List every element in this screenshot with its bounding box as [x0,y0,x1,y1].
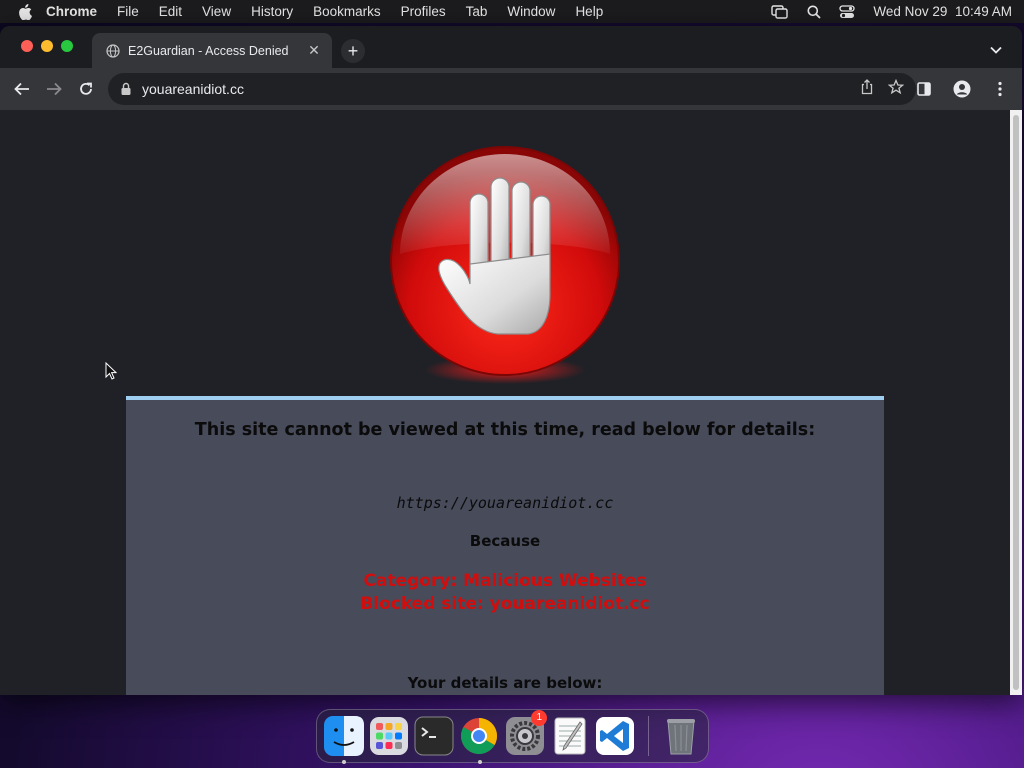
block-details-panel: This site cannot be viewed at this time,… [126,396,884,695]
back-arrow-icon [14,82,29,96]
menu-bar: Chrome File Edit View History Bookmarks … [0,0,1024,23]
side-panel-icon [917,82,931,96]
forward-arrow-icon [47,82,62,96]
address-bar[interactable]: youareanidiot.cc [108,73,916,105]
menu-edit[interactable]: Edit [159,4,182,19]
because-label: Because [469,532,541,550]
chrome-icon[interactable] [457,713,502,764]
bookmark-star-icon[interactable] [887,78,905,100]
details-heading: Your details are below: [407,674,603,692]
page-viewport: This site cannot be viewed at this time,… [0,110,1010,695]
profile-avatar-icon [953,80,971,98]
window-controls [21,40,73,52]
screen-mirroring-icon[interactable] [771,4,789,19]
spotlight-search-icon[interactable] [807,5,822,19]
side-panel-button[interactable] [908,73,940,105]
menu-window[interactable]: Window [507,4,555,19]
menu-help[interactable]: Help [575,4,603,19]
new-tab-button[interactable]: + [341,39,365,63]
menubar-clock[interactable]: Wed Nov 29 10:49 AM [873,4,1012,19]
mouse-cursor-icon [105,361,118,385]
close-window-button[interactable] [21,40,33,52]
kebab-menu-icon [998,81,1002,97]
share-icon[interactable] [860,78,874,100]
scrollbar-thumb[interactable] [1013,115,1019,690]
vscode-icon[interactable] [593,713,638,759]
notification-badge: 1 [531,710,548,726]
reload-button[interactable] [70,73,102,105]
profile-button[interactable] [946,73,978,105]
running-indicator [342,760,346,764]
menu-file[interactable]: File [117,4,139,19]
apple-menu-icon[interactable] [18,3,32,20]
globe-icon [106,43,120,58]
stop-hand-icon [388,144,622,394]
reload-icon [80,82,92,95]
system-settings-icon[interactable]: 1 [502,710,548,759]
page-heading: This site cannot be viewed at this time,… [194,420,816,440]
textedit-icon[interactable] [547,713,592,759]
tab-strip: E2Guardian - Access Denied ✕ + [0,26,1022,68]
minimize-window-button[interactable] [41,40,53,52]
blocked-url: https://youareanidiot.cc [396,494,614,512]
menu-bookmarks[interactable]: Bookmarks [313,4,381,19]
dock: 1 [316,709,709,764]
finder-icon[interactable] [321,713,366,764]
fullscreen-window-button[interactable] [61,40,73,52]
launchpad-icon[interactable] [366,713,411,759]
menu-tab[interactable]: Tab [466,4,488,19]
running-indicator [477,760,482,764]
menu-profiles[interactable]: Profiles [401,4,446,19]
menu-history[interactable]: History [251,4,293,19]
menu-view[interactable]: View [202,4,231,19]
menu-app-name[interactable]: Chrome [46,4,97,19]
tab-search-chevron-icon[interactable] [990,41,1002,59]
tab-title: E2Guardian - Access Denied [128,43,289,58]
trash-icon[interactable] [659,713,704,759]
tab-close-icon[interactable]: ✕ [306,42,322,59]
control-center-icon[interactable] [839,4,856,19]
page-scrollbar[interactable] [1010,110,1022,695]
lock-icon[interactable] [120,82,132,96]
back-button[interactable] [6,73,38,105]
terminal-icon[interactable] [412,713,457,759]
browser-toolbar: youareanidiot.cc [0,68,1022,110]
dock-separator [647,716,649,756]
blocked-site-reason: Blocked site: youareanidiot.cc [360,594,650,614]
chrome-menu-button[interactable] [984,73,1016,105]
tab-active[interactable]: E2Guardian - Access Denied ✕ [92,33,332,68]
block-category: Category: Malicious Websites [363,571,647,591]
forward-button[interactable] [38,73,70,105]
url-text[interactable]: youareanidiot.cc [142,81,846,97]
